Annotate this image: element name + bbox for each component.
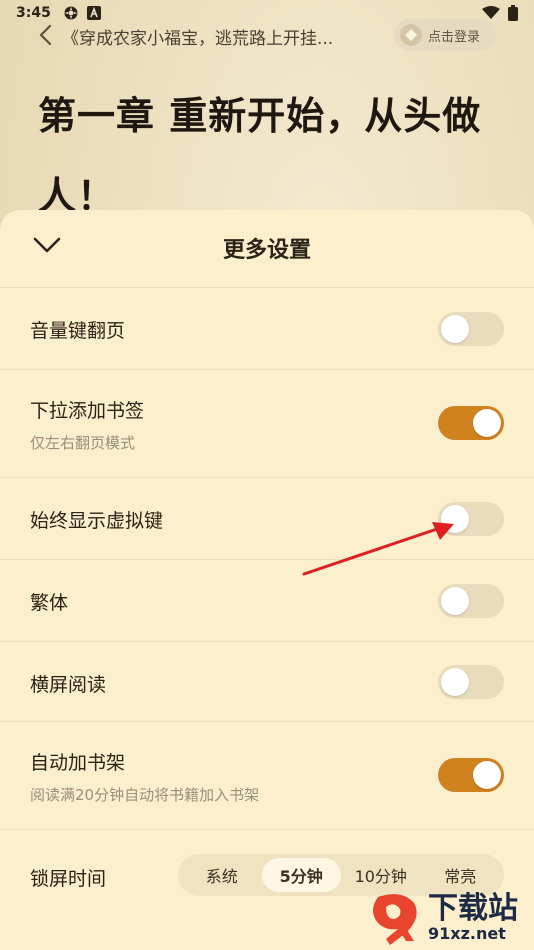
toggle-knob [473,409,501,437]
toggle-knob [441,668,469,696]
setting-row-landscape-reading: 横屏阅读 [0,642,534,722]
toggle-knob [441,587,469,615]
toggle-traditional-chinese[interactable] [438,584,504,618]
setting-label: 自动加书架 [30,752,126,774]
watermark: 下载站 91xz.net [360,888,530,948]
toggle-volume-key-page[interactable] [438,312,504,346]
toggle-landscape-reading[interactable] [438,665,504,699]
setting-label: 音量键翻页 [30,320,126,342]
toggle-knob [441,315,469,343]
watermark-logo-icon [360,889,424,947]
setting-label: 横屏阅读 [30,674,107,696]
more-settings-sheet: 更多设置 音量键翻页 下拉添加书签 仅左右翻页模式 始终显示虚拟键 繁体 横屏阅… [0,210,534,950]
setting-row-volume-key-page: 音量键翻页 [0,288,534,370]
lock-screen-label: 锁屏时间 [30,868,107,890]
setting-sublabel: 阅读满20分钟自动将书籍加入书架 [30,786,260,804]
reader-top-bar: 《穿成农家小福宝，逃荒路上开挂... 点击登录 [0,18,534,52]
setting-row-pull-bookmark: 下拉添加书签 仅左右翻页模式 [0,370,534,478]
toggle-auto-add-shelf[interactable] [438,758,504,792]
login-label: 点击登录 [428,29,481,45]
setting-label: 下拉添加书签 [30,400,145,422]
login-button[interactable]: 点击登录 [394,19,496,51]
lock-option-always-on[interactable]: 常亮 [421,858,501,892]
annotation-arrow [302,522,454,576]
lock-option-10min[interactable]: 10分钟 [341,858,421,892]
watermark-text: 下载站 91xz.net [428,893,518,943]
setting-row-auto-add-shelf: 自动加书架 阅读满20分钟自动将书籍加入书架 [0,722,534,830]
setting-label: 始终显示虚拟键 [30,510,164,532]
toggle-pull-bookmark[interactable] [438,406,504,440]
lock-option-system[interactable]: 系统 [182,858,262,892]
book-title: 《穿成农家小福宝，逃荒路上开挂... [62,29,334,49]
watermark-url: 91xz.net [428,924,506,943]
sheet-title: 更多设置 [222,238,311,263]
sheet-header: 更多设置 [0,210,534,288]
setting-label: 繁体 [30,592,69,614]
chapter-title-line1: 第一章 重新开始，从头做 [38,94,482,138]
diamond-icon [400,24,422,46]
lock-option-5min[interactable]: 5分钟 [261,858,341,892]
toggle-knob [473,761,501,789]
chevron-left-icon[interactable] [38,24,54,46]
setting-sublabel: 仅左右翻页模式 [30,434,136,452]
watermark-main: 下载站 [428,891,518,926]
